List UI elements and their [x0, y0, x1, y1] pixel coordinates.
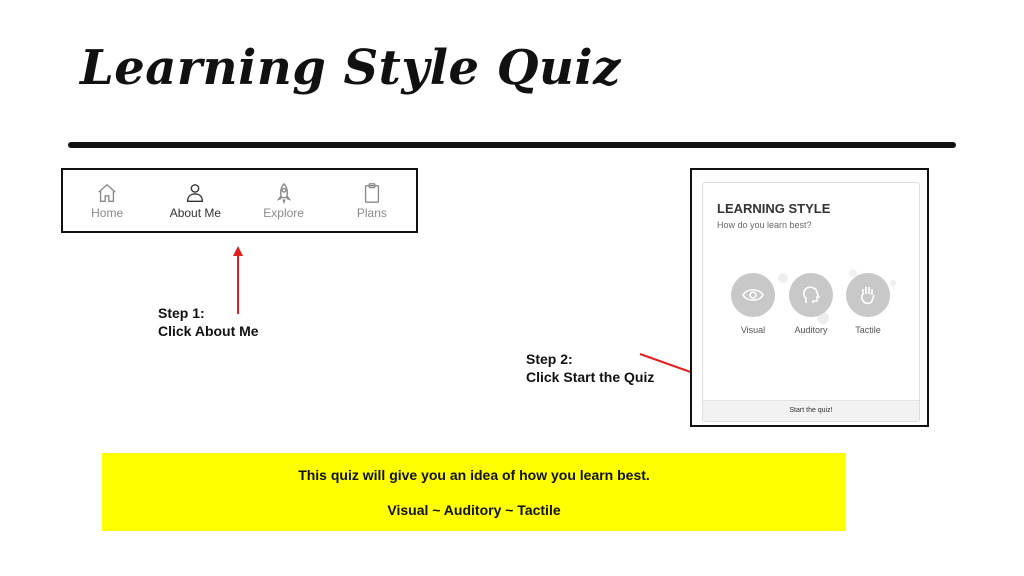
step-1-instruction: Click About Me	[158, 323, 259, 339]
start-quiz-button[interactable]: Start the quiz!	[703, 400, 919, 421]
quiz-card-screenshot: LEARNING STYLE How do you learn best? Vi…	[690, 168, 929, 427]
nav-item-about-me[interactable]: About Me	[151, 170, 239, 231]
home-icon	[98, 183, 116, 202]
clipboard-icon	[364, 183, 379, 203]
tactile-option[interactable]	[846, 273, 890, 317]
head-icon	[803, 286, 821, 303]
nav-item-label: Explore	[263, 206, 304, 220]
info-styles: Visual ~ Auditory ~ Tactile	[387, 502, 561, 518]
person-icon	[187, 184, 204, 202]
quiz-card: LEARNING STYLE How do you learn best? Vi…	[702, 182, 920, 422]
auditory-option[interactable]	[789, 273, 833, 317]
nav-item-label: Plans	[356, 206, 387, 220]
step-1-caption: Step 1: Click About Me	[158, 304, 259, 340]
step-1-label: Step 1:	[158, 305, 205, 321]
info-description: This quiz will give you an idea of how y…	[298, 467, 650, 483]
auditory-label: Auditory	[794, 325, 828, 335]
tactile-label: Tactile	[855, 325, 881, 335]
title-divider	[68, 142, 956, 148]
nav-bar-screenshot: Home About Me Explore Plans	[61, 168, 418, 233]
nav-item-label: About Me	[169, 206, 222, 220]
quiz-title: LEARNING STYLE	[717, 201, 831, 216]
hand-icon	[860, 287, 875, 305]
nav-item-home[interactable]: Home	[63, 170, 151, 231]
nav-item-plans[interactable]: Plans	[328, 170, 416, 231]
visual-option[interactable]	[731, 273, 775, 317]
page-title: Learning Style Quiz	[80, 40, 621, 96]
eye-icon	[742, 288, 764, 302]
quiz-subtitle: How do you learn best?	[717, 220, 812, 230]
nav-item-label: Home	[91, 206, 124, 220]
nav-item-explore[interactable]: Explore	[240, 170, 328, 231]
info-box: This quiz will give you an idea of how y…	[102, 453, 846, 531]
visual-label: Visual	[740, 325, 766, 335]
rocket-icon	[276, 182, 291, 204]
